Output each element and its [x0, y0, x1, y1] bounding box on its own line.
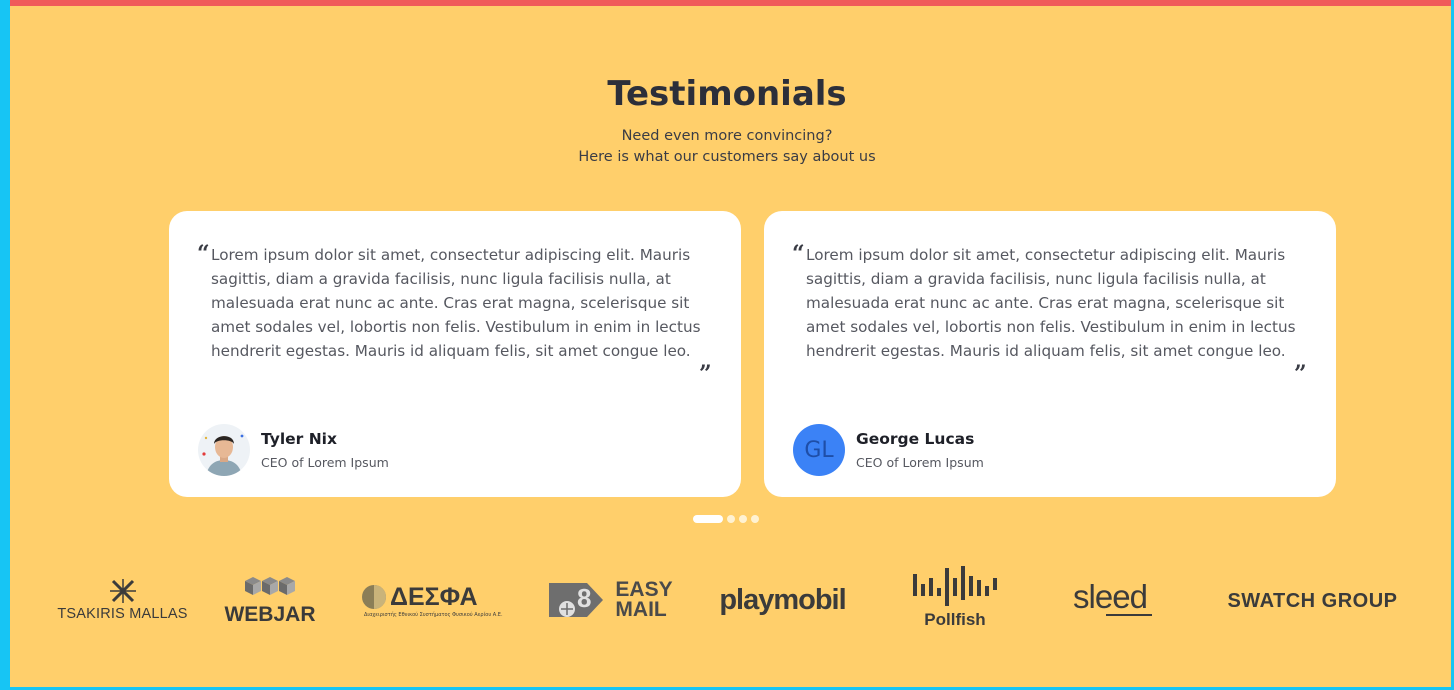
pollfish-bars-icon — [913, 566, 997, 606]
author-name: Tyler Nix — [261, 430, 337, 448]
section-subtitle-line2: Here is what our customers say about us — [578, 149, 876, 165]
logo-playmobil: playmobil — [719, 583, 846, 616]
carousel-pagination — [693, 515, 759, 523]
svg-text:8: 8 — [577, 583, 591, 613]
author-name: George Lucas — [856, 430, 975, 448]
logo-easymail: 8 EASY MAIL — [545, 576, 675, 624]
author-role: CEO of Lorem Ipsum — [261, 455, 389, 470]
close-quote-icon: ” — [699, 361, 712, 387]
testimonial-quote: Lorem ipsum dolor sit amet, consectetur … — [806, 246, 1296, 360]
carousel-dot-2[interactable] — [727, 515, 735, 523]
top-accent-bar — [10, 0, 1451, 6]
logo-pollfish: Pollfish — [905, 560, 1005, 634]
logo-desfa: ΔΕΣΦΑ Διαχειριστής Εθνικού Συστήματος Φυ… — [360, 580, 503, 620]
sleed-underline — [1106, 614, 1152, 616]
testimonial-card: “ Lorem ipsum dolor sit amet, consectetu… — [764, 211, 1336, 497]
testimonial-card: “ Lorem ipsum dolor sit amet, consectetu… — [169, 211, 741, 497]
carousel-dot-4[interactable] — [751, 515, 759, 523]
desfa-globe-icon — [362, 585, 386, 609]
section-subtitle-line1: Need even more convincing? — [621, 128, 833, 144]
carousel-dot-3[interactable] — [739, 515, 747, 523]
author-role: CEO of Lorem Ipsum — [856, 455, 984, 470]
avatar-initials: GL — [804, 437, 834, 463]
logo-webjar: WEBJAR — [220, 572, 320, 630]
avatar: GL — [793, 424, 845, 476]
easymail-badge-icon: 8 — [549, 583, 604, 617]
tsakiris-emblem-icon — [109, 579, 136, 603]
carousel-dot-1[interactable] — [693, 515, 723, 523]
open-quote-icon: “ — [197, 241, 210, 267]
avatar-photo-icon — [198, 424, 250, 476]
logo-sleed: sleed — [1055, 578, 1165, 618]
webjar-cubes-icon — [245, 577, 295, 595]
client-logos: TSAKIRIS MALLAS WEBJAR ΔΕΣΦΑ Διαχειριστή… — [50, 558, 1420, 638]
section-title: Testimonials — [607, 74, 847, 114]
avatar — [198, 424, 250, 476]
testimonial-quote: Lorem ipsum dolor sit amet, consectetur … — [211, 246, 701, 360]
logo-tsakiris-mallas: TSAKIRIS MALLAS — [50, 576, 195, 624]
open-quote-icon: “ — [792, 241, 805, 267]
close-quote-icon: ” — [1294, 361, 1307, 387]
logo-swatch-group: SWATCH GROUP — [1227, 589, 1398, 612]
